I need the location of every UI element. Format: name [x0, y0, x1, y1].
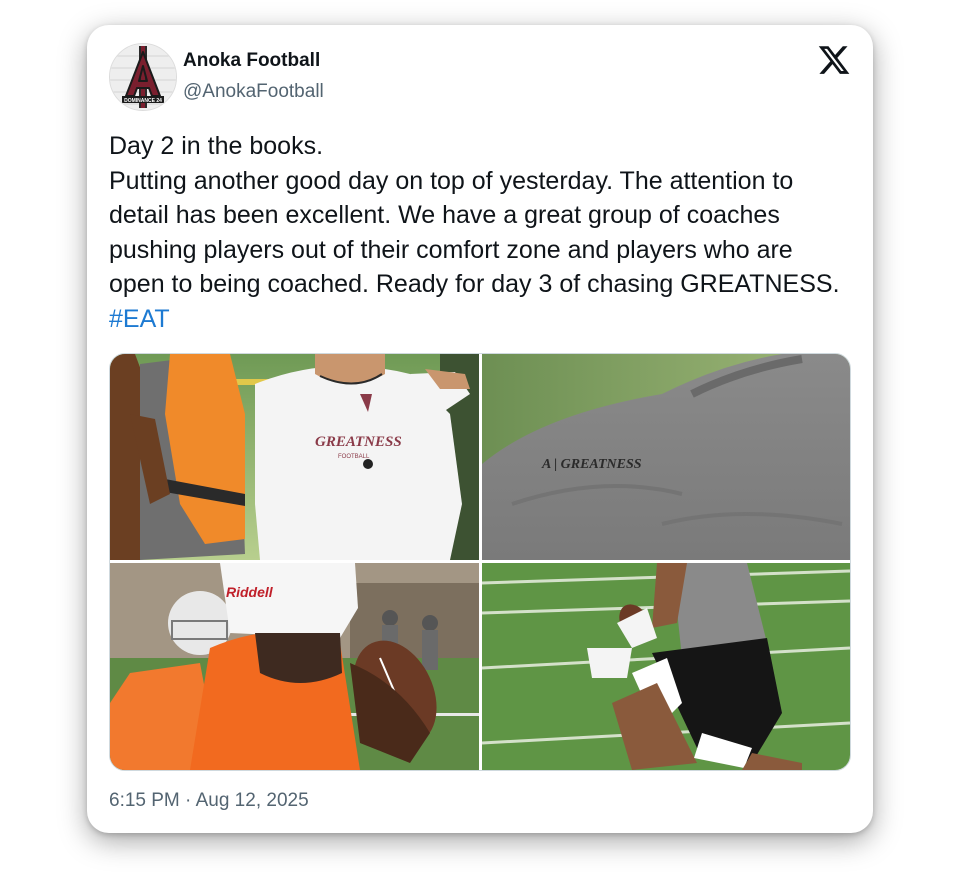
avatar-logo-text: DOMINANCE 24	[124, 98, 162, 104]
media-grid: GREATNESS FOOTBALL A | GREATNESS Riddell	[109, 353, 851, 771]
shirt-greatness-text: GREATNESS	[315, 434, 402, 450]
helmet-brand-text: Riddell	[226, 584, 274, 600]
tweet-timestamp[interactable]: 6:15 PM · Aug 12, 2025	[109, 790, 309, 812]
shirt-back-text: A | GREATNESS	[541, 457, 642, 472]
user-handle[interactable]: @AnokaFootball	[183, 81, 324, 103]
anoka-logo: DOMINANCE 24	[110, 44, 176, 110]
tweet-text-line-1: Day 2 in the books.	[109, 132, 324, 160]
photo-receiver[interactable]	[482, 563, 850, 770]
tweet-body: Putting another good day on top of yeste…	[109, 166, 840, 299]
photo-quarterback[interactable]: Riddell	[110, 563, 479, 770]
photo-coach-and-player[interactable]: GREATNESS FOOTBALL	[110, 354, 479, 560]
shirt-football-text: FOOTBALL	[338, 454, 370, 460]
tweet-card[interactable]: DOMINANCE 24 Anoka Football @AnokaFootba…	[87, 25, 873, 833]
x-logo-icon[interactable]	[817, 43, 851, 77]
photo-shirt-back[interactable]: A | GREATNESS	[482, 354, 850, 560]
tweet-text: Day 2 in the books. Putting another good…	[109, 129, 849, 336]
avatar[interactable]: DOMINANCE 24	[109, 43, 177, 111]
tweet-text-line-2: Putting another good day on top of yeste…	[109, 164, 849, 337]
display-name[interactable]: Anoka Football	[183, 50, 320, 72]
hashtag-link[interactable]: #EAT	[109, 305, 170, 333]
